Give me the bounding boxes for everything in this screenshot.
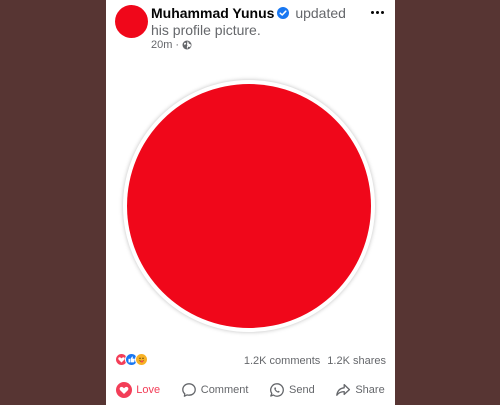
care-reaction-icon (135, 353, 148, 366)
love-icon (116, 382, 133, 398)
share-count[interactable]: 1.2K shares (327, 355, 386, 367)
post-header: Muhammad Yunus updated his profile pictu… (151, 5, 363, 39)
post-meta: 20m · (151, 39, 192, 51)
engagement-counts: 1.2K comments 1.2K shares (244, 355, 386, 367)
send-label: Send (289, 384, 315, 396)
share-icon (335, 382, 351, 398)
profile-photo[interactable] (123, 80, 375, 332)
love-label: Love (136, 384, 161, 396)
whatsapp-icon (269, 382, 285, 398)
comment-icon (181, 382, 197, 398)
reaction-summary[interactable] (115, 353, 148, 366)
more-options-icon[interactable] (367, 2, 387, 22)
comment-count[interactable]: 1.2K comments (244, 355, 320, 367)
globe-icon (182, 40, 192, 50)
post-card: Muhammad Yunus updated his profile pictu… (106, 0, 395, 405)
love-button[interactable]: Love (112, 380, 164, 400)
action-bar: Love Comment Send Share (106, 377, 395, 403)
share-button[interactable]: Share (331, 380, 388, 400)
profile-photo-fill (127, 84, 371, 328)
send-button[interactable]: Send (265, 380, 319, 400)
verified-badge-icon (277, 7, 290, 19)
comment-button[interactable]: Comment (177, 380, 253, 400)
share-label: Share (355, 384, 385, 396)
post-time[interactable]: 20m (151, 39, 172, 51)
avatar[interactable] (115, 5, 148, 38)
comment-label: Comment (200, 384, 249, 396)
author-name[interactable]: Muhammad Yunus (151, 5, 274, 21)
meta-separator: · (175, 39, 180, 51)
